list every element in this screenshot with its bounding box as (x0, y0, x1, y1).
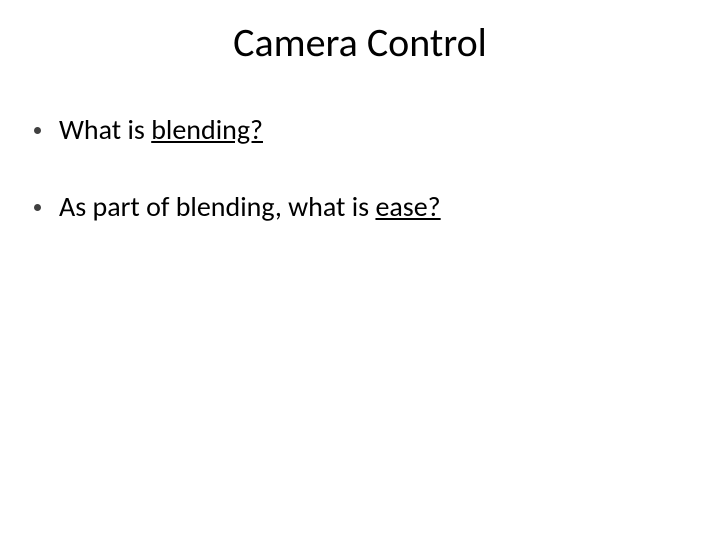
bullet-text: What is blending? (59, 112, 686, 147)
bullet-prefix: What is (59, 112, 151, 147)
bullet-underlined: blending? (151, 112, 263, 147)
bullet-item: What is blending? (34, 112, 686, 147)
bullet-dot-icon (34, 127, 41, 134)
slide-title: Camera Control (0, 18, 720, 67)
slide: Camera Control What is blending? As part… (0, 0, 720, 540)
bullet-dot-icon (34, 204, 41, 211)
slide-body: What is blending? As part of blending, w… (34, 112, 686, 266)
bullet-text: As part of blending, what is ease? (59, 189, 686, 224)
bullet-prefix: As part of blending, what is (59, 189, 375, 224)
bullet-underlined: ease? (375, 189, 440, 224)
bullet-item: As part of blending, what is ease? (34, 189, 686, 224)
